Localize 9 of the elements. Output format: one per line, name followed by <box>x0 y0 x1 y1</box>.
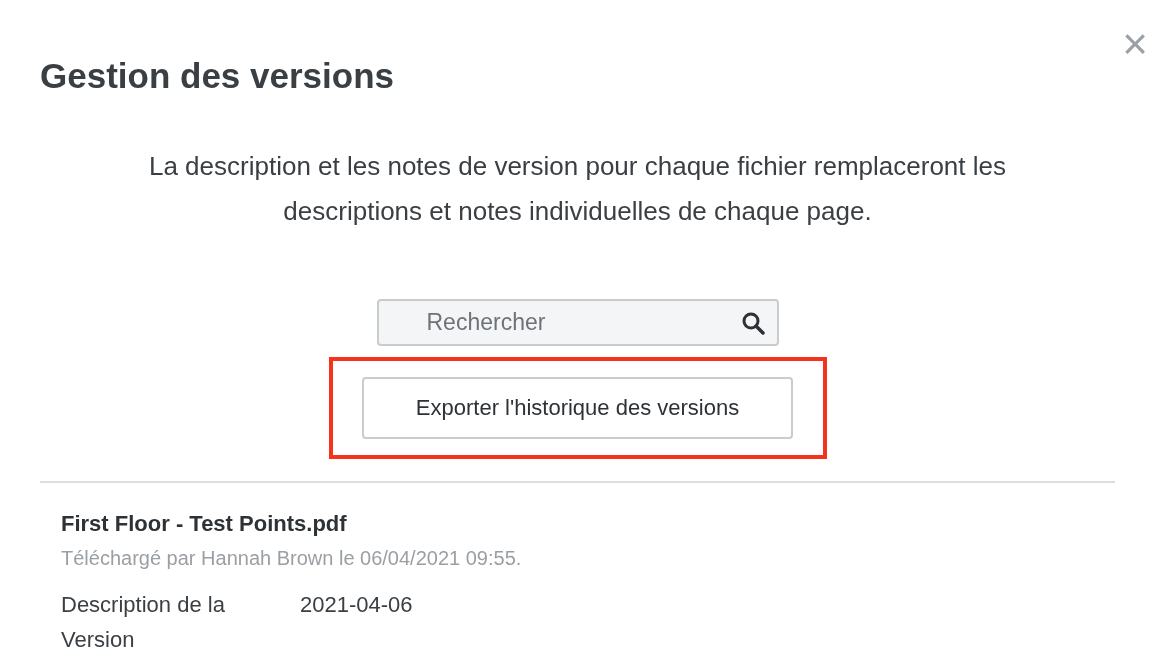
upload-info: Téléchargé par Hannah Brown le 06/04/2021 09:55. <box>61 546 523 571</box>
description-text: La description et les notes de version pour chaque fichier remplaceront les descriptions et notes individuelles de chaque page. <box>147 150 1007 228</box>
search-field[interactable]: Rechercher <box>376 299 779 346</box>
export-button[interactable]: Exporter l'historique des versions <box>362 377 793 439</box>
field-label: Description de la Version <box>61 591 226 654</box>
search-icon <box>740 311 765 335</box>
field-value: 2021-04-06 <box>300 591 413 619</box>
file-name: First Floor - Test Points.pdf <box>61 510 348 538</box>
dialog-title: Gestion des versions <box>40 55 396 97</box>
